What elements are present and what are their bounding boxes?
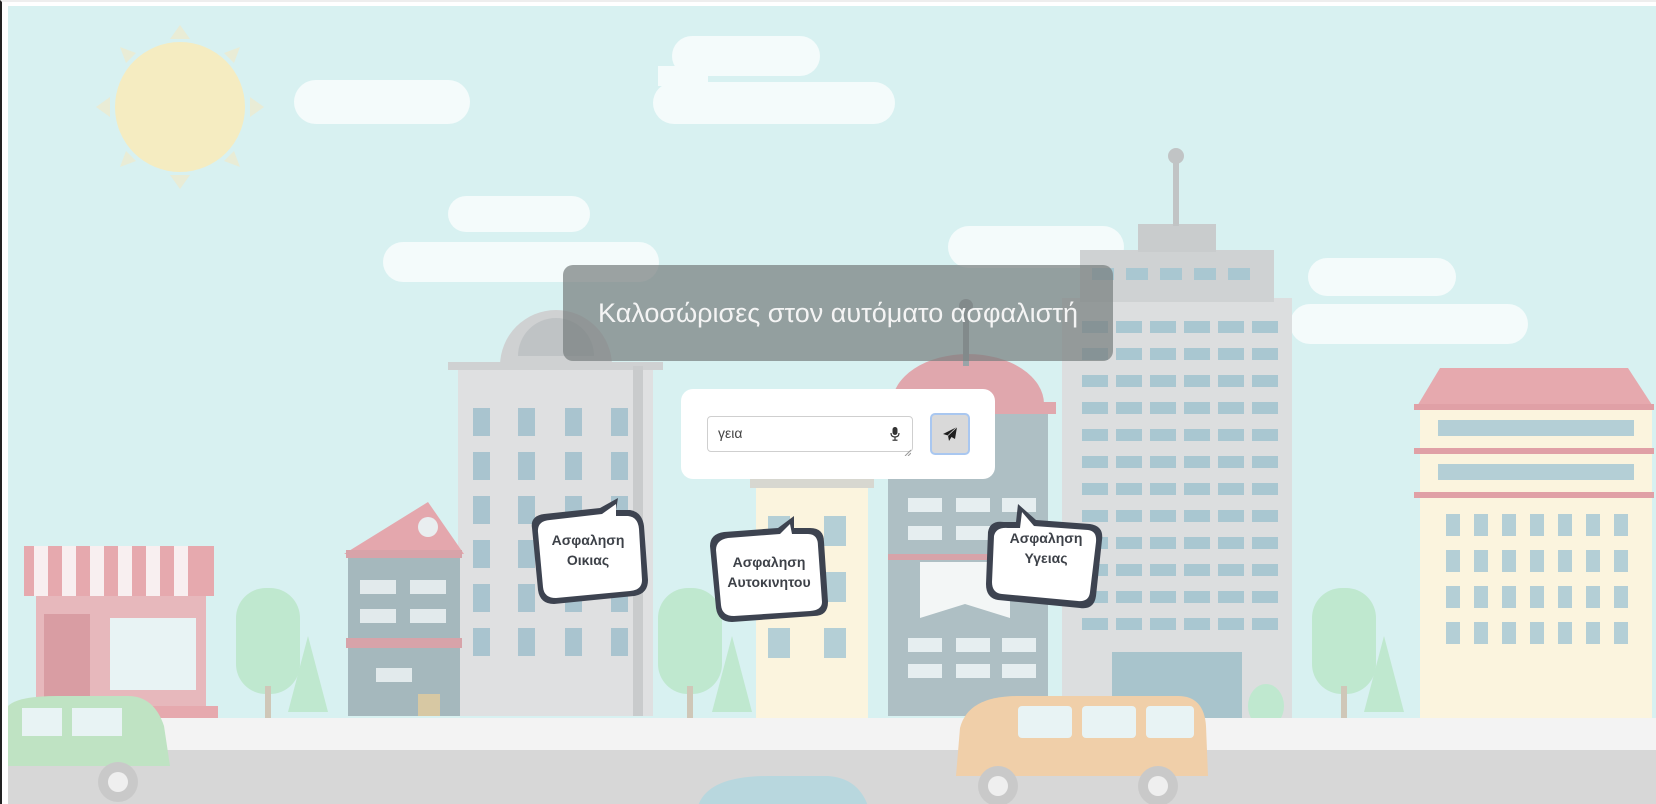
paper-plane-icon <box>943 426 958 441</box>
health-insurance-option[interactable]: Ασφαληση Υγειας <box>984 504 1108 616</box>
home-insurance-option[interactable]: Ασφαληση Οικιας <box>526 498 650 610</box>
chat-input-panel: γεια <box>681 389 995 479</box>
car-insurance-option[interactable]: Ασφαληση Αυτοκινητου <box>708 516 830 628</box>
microphone-icon[interactable] <box>890 427 900 446</box>
welcome-banner: Καλοσώρισες στον αυτόματο ασφαλιστή <box>563 265 1113 361</box>
send-button[interactable] <box>930 413 970 455</box>
browser-viewport: Ασφαληση Οικιας Ασφαληση Αυτοκινητου Ασφ… <box>0 0 1656 804</box>
sun-icon <box>96 25 264 189</box>
welcome-title: Καλοσώρισες στον αυτόματο ασφαλιστή <box>598 297 1078 328</box>
message-input[interactable]: γεια <box>707 416 913 457</box>
home-insurance-label: Ασφαληση Οικιας <box>551 532 625 568</box>
message-input-value: γεια <box>718 425 743 441</box>
resize-handle[interactable] <box>904 443 912 457</box>
health-insurance-label: Ασφαληση Υγειας <box>1009 530 1083 566</box>
car-insurance-label: Ασφαληση Αυτοκινητου <box>727 554 811 590</box>
